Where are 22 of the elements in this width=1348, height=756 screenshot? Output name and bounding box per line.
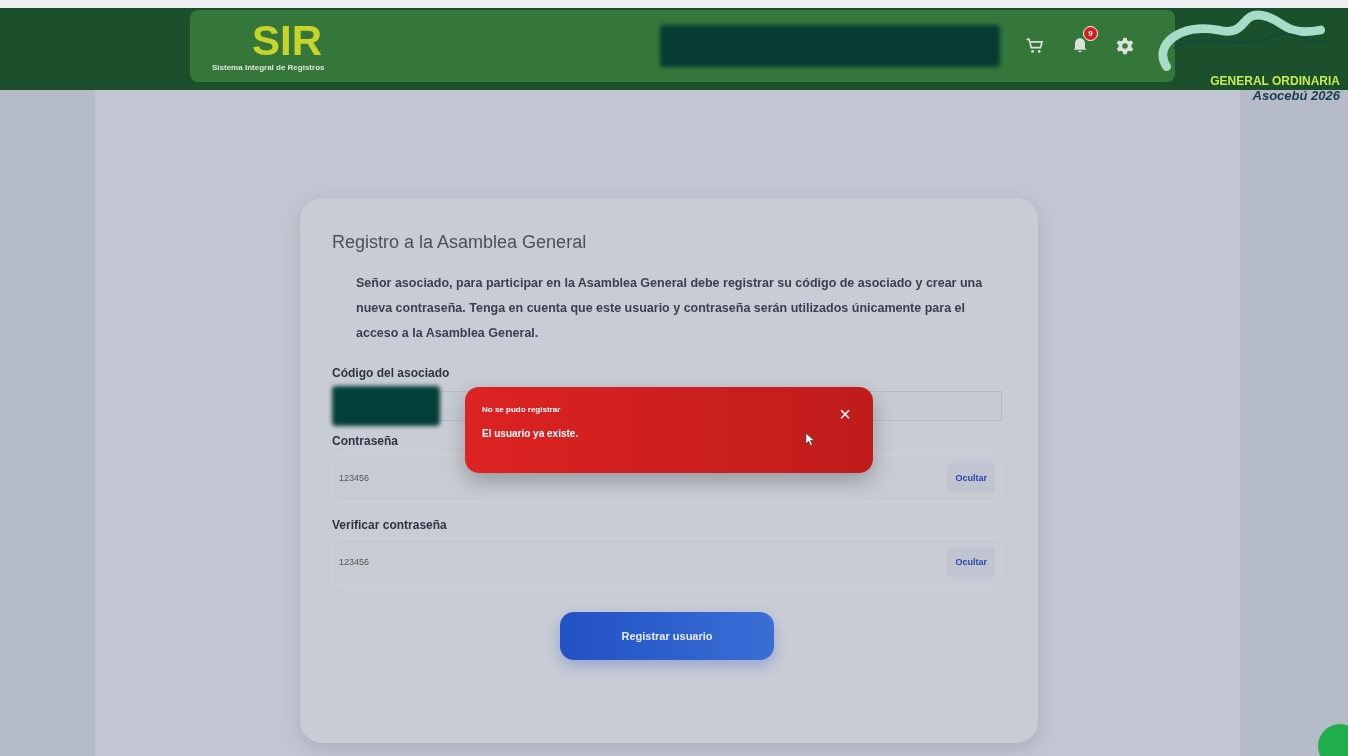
event-subtitle: GENERAL ORDINARIA (1210, 74, 1340, 88)
notification-badge: 9 (1083, 26, 1098, 41)
field-label: Contraseña (332, 434, 399, 448)
close-button[interactable]: × (839, 405, 851, 423)
hide-password-button[interactable]: Ocultar (947, 547, 995, 577)
form-title: Registro a la Asamblea General (332, 232, 588, 253)
toast-message: El usuario ya existe. (482, 428, 579, 439)
settings-icon[interactable] (1115, 36, 1135, 56)
toast-title: No se pudo registrar (482, 405, 562, 414)
field-label: Código del asociado (332, 366, 450, 380)
field-label: Verificar contraseña (332, 518, 447, 532)
password-value: 123456 (339, 557, 370, 567)
intro-paragraph: Señor asociado, para participar en la Asamblea General debe registrar su código de asociado y crear una nueva contraseña. Tenga en cuenta que este usuario y contraseña serán utilizados únicamente para el acceso a la Asamblea General. (356, 275, 984, 342)
event-year: Asocebú 2026 (1252, 88, 1340, 103)
app-subtitle: Sistema Integral de Registros (212, 62, 325, 72)
cart-icon[interactable] (1025, 36, 1045, 56)
cursor-icon (805, 432, 816, 447)
app-logo-text: SIR (252, 20, 322, 61)
password-value: 123456 (339, 473, 370, 483)
hide-password-button[interactable]: Ocultar (947, 463, 995, 493)
register-button[interactable]: Registrar usuario (560, 612, 774, 660)
password-field[interactable]: 123456 Ocultar (332, 538, 1002, 586)
